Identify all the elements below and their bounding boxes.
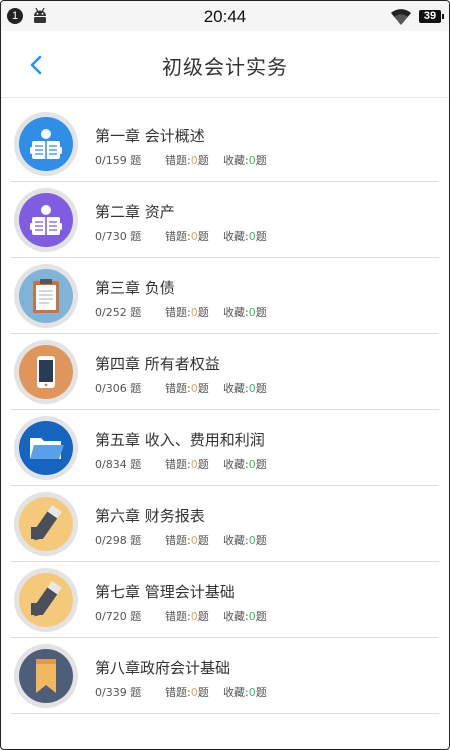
chapter-stats: 0/834 题错题:0题 收藏:0题 bbox=[95, 458, 267, 471]
chapter-avatar bbox=[14, 340, 78, 404]
chapter-item-2[interactable]: 第二章 资产 0/730 题错题:0题 收藏:0题 bbox=[1, 182, 449, 258]
favorite-label: 收藏: bbox=[223, 382, 249, 395]
wrong-count: 0 bbox=[190, 610, 198, 623]
bookmark-icon bbox=[19, 649, 73, 703]
chapter-item-1[interactable]: 第一章 会计概述 0/159 题错题:0题 收藏:0题 bbox=[1, 106, 449, 182]
page-title: 初级会计实务 bbox=[162, 55, 288, 79]
chapter-item-5[interactable]: 第五章 收入、费用和利润 0/834 题错题:0题 收藏:0题 bbox=[1, 410, 449, 486]
favorite-count: 0 bbox=[248, 230, 256, 243]
chapter-avatar bbox=[14, 568, 78, 632]
chapter-title: 第二章 资产 bbox=[95, 203, 175, 221]
wrong-count: 0 bbox=[190, 230, 198, 243]
chapter-stats: 0/298 题错题:0题 收藏:0题 bbox=[95, 534, 267, 547]
favorite-count: 0 bbox=[248, 610, 256, 623]
reading-person-icon bbox=[19, 117, 73, 171]
reading-person-icon bbox=[19, 193, 73, 247]
chapter-stats: 0/252 题错题:0题 收藏:0题 bbox=[95, 306, 267, 319]
favorite-count: 0 bbox=[248, 154, 256, 167]
chapter-stats: 0/730 题错题:0题 收藏:0题 bbox=[95, 230, 267, 243]
chapter-item-4[interactable]: 第四章 所有者权益 0/306 题错题:0题 收藏:0题 bbox=[1, 334, 449, 410]
favorite-label: 收藏: bbox=[223, 534, 249, 547]
progress-count: 0/159 bbox=[95, 154, 127, 167]
chapter-item-3[interactable]: 第三章 负债 0/252 题错题:0题 收藏:0题 bbox=[1, 258, 449, 334]
wrong-count: 0 bbox=[190, 458, 198, 471]
favorite-label: 收藏: bbox=[223, 154, 249, 167]
wrong-label: 错题: bbox=[165, 154, 191, 167]
progress-count: 0/306 bbox=[95, 382, 127, 395]
eraser-pencil-icon bbox=[19, 497, 73, 551]
chapter-item-7[interactable]: 第七章 管理会计基础 0/720 题错题:0题 收藏:0题 bbox=[1, 562, 449, 638]
chapter-avatar bbox=[14, 264, 78, 328]
favorite-label: 收藏: bbox=[223, 230, 249, 243]
favorite-label: 收藏: bbox=[223, 458, 249, 471]
eraser-pencil-icon bbox=[19, 573, 73, 627]
progress-count: 0/298 bbox=[95, 534, 127, 547]
favorite-count: 0 bbox=[248, 382, 256, 395]
wrong-label: 错题: bbox=[165, 686, 191, 699]
chapter-title: 第四章 所有者权益 bbox=[95, 355, 220, 373]
chapter-title: 第六章 财务报表 bbox=[95, 507, 205, 525]
chapter-list: 第一章 会计概述 0/159 题错题:0题 收藏:0题 第二章 资产 0/730… bbox=[1, 106, 449, 714]
battery-indicator: 39 bbox=[419, 10, 444, 23]
folder-icon bbox=[19, 421, 73, 475]
chapter-item-6[interactable]: 第六章 财务报表 0/298 题错题:0题 收藏:0题 bbox=[1, 486, 449, 562]
wrong-label: 错题: bbox=[165, 610, 191, 623]
wifi-icon bbox=[391, 9, 411, 25]
chapter-title: 第八章政府会计基础 bbox=[95, 659, 231, 677]
wrong-count: 0 bbox=[190, 534, 198, 547]
chapter-title: 第五章 收入、费用和利润 bbox=[95, 431, 265, 449]
progress-count: 0/252 bbox=[95, 306, 127, 319]
chapter-title: 第三章 负债 bbox=[95, 279, 175, 297]
chapter-item-8[interactable]: 第八章政府会计基础 0/339 题错题:0题 收藏:0题 bbox=[1, 638, 449, 714]
chapter-avatar bbox=[14, 112, 78, 176]
chapter-stats: 0/339 题错题:0题 收藏:0题 bbox=[95, 686, 267, 699]
progress-count: 0/730 bbox=[95, 230, 127, 243]
chapter-avatar bbox=[14, 416, 78, 480]
progress-count: 0/720 bbox=[95, 610, 127, 623]
divider bbox=[11, 713, 439, 714]
chapter-avatar bbox=[14, 644, 78, 708]
progress-count: 0/834 bbox=[95, 458, 127, 471]
favorite-label: 收藏: bbox=[223, 686, 249, 699]
wrong-label: 错题: bbox=[165, 534, 191, 547]
smartphone-icon bbox=[19, 345, 73, 399]
chapter-avatar bbox=[14, 492, 78, 556]
clock: 20:44 bbox=[203, 7, 247, 26]
status-bar: 1 20:44 39 bbox=[1, 1, 449, 31]
wrong-count: 0 bbox=[190, 154, 198, 167]
favorite-count: 0 bbox=[248, 534, 256, 547]
wrong-label: 错题: bbox=[165, 306, 191, 319]
wrong-label: 错题: bbox=[165, 458, 191, 471]
wrong-count: 0 bbox=[190, 382, 198, 395]
wrong-count: 0 bbox=[190, 306, 198, 319]
progress-count: 0/339 bbox=[95, 686, 127, 699]
favorite-count: 0 bbox=[248, 306, 256, 319]
chapter-title: 第七章 管理会计基础 bbox=[95, 583, 235, 601]
app-header: 初级会计实务 bbox=[1, 31, 449, 98]
chapter-stats: 0/159 题错题:0题 收藏:0题 bbox=[95, 154, 267, 167]
wrong-label: 错题: bbox=[165, 230, 191, 243]
wrong-label: 错题: bbox=[165, 382, 191, 395]
chapter-avatar bbox=[14, 188, 78, 252]
chapter-stats: 0/720 题错题:0题 收藏:0题 bbox=[95, 610, 267, 623]
app-screen: 1 20:44 39 初级会计实务 第一章 会计概述 0/159 题 错题:0题… bbox=[0, 0, 450, 750]
chapter-title: 第一章 会计概述 bbox=[95, 127, 205, 145]
clipboard-icon bbox=[19, 269, 73, 323]
favorite-count: 0 bbox=[248, 458, 256, 471]
favorite-label: 收藏: bbox=[223, 306, 249, 319]
favorite-count: 0 bbox=[248, 686, 256, 699]
chapter-stats: 0/306 题错题:0题 收藏:0题 bbox=[95, 382, 267, 395]
wrong-count: 0 bbox=[190, 686, 198, 699]
favorite-label: 收藏: bbox=[223, 610, 249, 623]
